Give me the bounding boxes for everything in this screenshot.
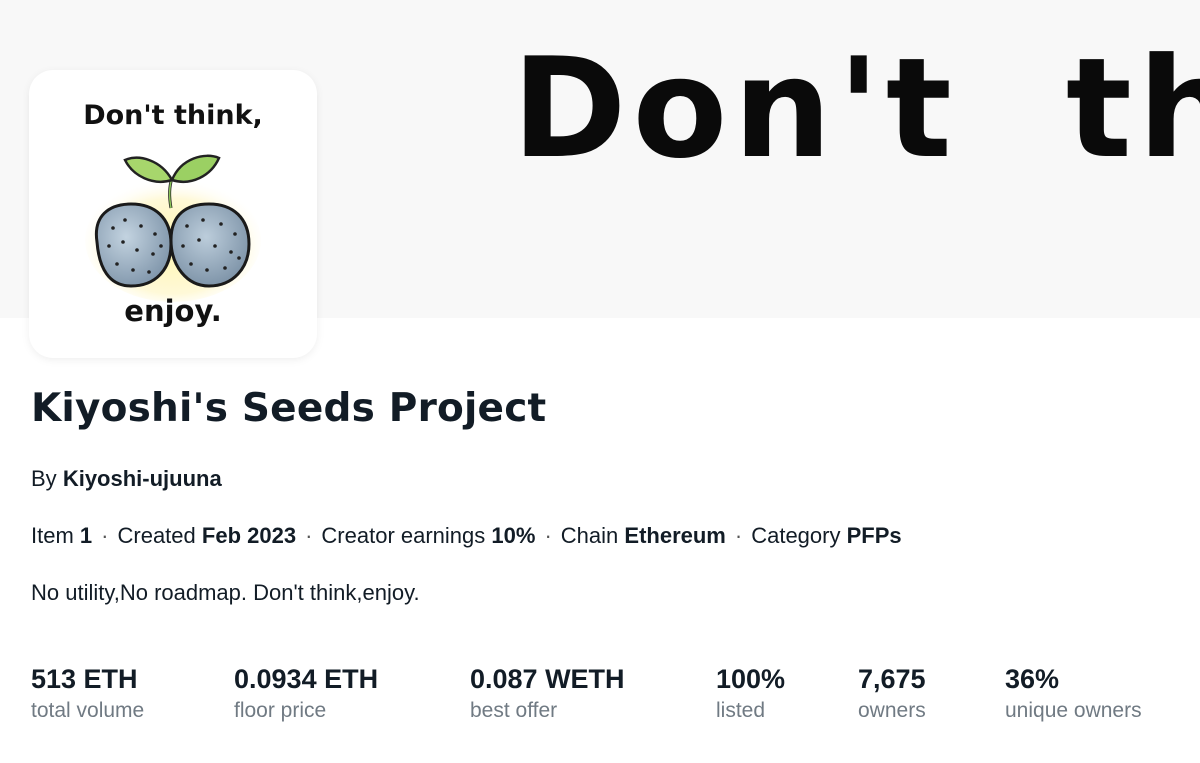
items-value: 1	[79, 523, 93, 548]
stat-total-volume[interactable]: 513 ETH total volume	[31, 664, 144, 723]
items-label: Item	[31, 523, 74, 548]
by-label: By	[31, 466, 57, 491]
collection-meta: Item 1 · Created Feb 2023 · Creator earnings…	[31, 523, 902, 549]
category-value[interactable]: PFPs	[847, 523, 902, 548]
stat-value: 100%	[716, 664, 786, 694]
banner-text: Don't think	[512, 28, 1200, 189]
stat-label: unique owners	[1005, 699, 1142, 722]
stat-label: total volume	[31, 699, 145, 722]
stat-label: listed	[716, 699, 766, 722]
stat-value: 513 ETH	[31, 664, 138, 694]
avatar-caption-top: Don't think,	[83, 100, 263, 131]
creator-byline: By Kiyoshi-ujuuna	[31, 466, 222, 492]
creator-link[interactable]: Kiyoshi-ujuuna	[63, 466, 222, 491]
chain-label: Chain	[560, 523, 619, 548]
meta-separator: ·	[734, 523, 743, 548]
earnings-value: 10%	[491, 523, 536, 548]
meta-separator: ·	[101, 523, 109, 548]
stat-value: 36%	[1005, 664, 1060, 694]
created-label: Created	[117, 523, 196, 548]
stat-label: best offer	[470, 699, 558, 722]
collection-avatar[interactable]: Don't think, enjoy.	[31, 72, 315, 356]
created-value: Feb 2023	[201, 523, 297, 548]
chain-value: Ethereum	[624, 523, 726, 548]
meta-separator: ·	[544, 523, 552, 548]
seed-sprout-illustration	[85, 154, 261, 302]
collection-description: No utility,No roadmap. Don't think,enjoy…	[31, 580, 420, 605]
stat-unique-owners[interactable]: 36% unique owners	[1005, 664, 1142, 723]
stat-value: 7,675	[858, 664, 926, 694]
avatar-caption-bottom: enjoy.	[124, 294, 222, 328]
stat-value: 0.087 WETH	[470, 664, 625, 694]
stat-best-offer[interactable]: 0.087 WETH best offer	[470, 664, 625, 723]
collection-title: Kiyoshi's Seeds Project	[31, 386, 547, 431]
stat-floor-price[interactable]: 0.0934 ETH floor price	[234, 664, 378, 723]
meta-separator: ·	[305, 523, 313, 548]
stat-label: floor price	[234, 699, 327, 722]
earnings-label: Creator earnings	[321, 523, 486, 548]
stat-label: owners	[858, 699, 926, 722]
stat-value: 0.0934 ETH	[234, 664, 379, 694]
stat-owners[interactable]: 7,675 owners	[858, 664, 926, 723]
stat-listed[interactable]: 100% listed	[716, 664, 785, 723]
category-label: Category	[751, 523, 841, 548]
